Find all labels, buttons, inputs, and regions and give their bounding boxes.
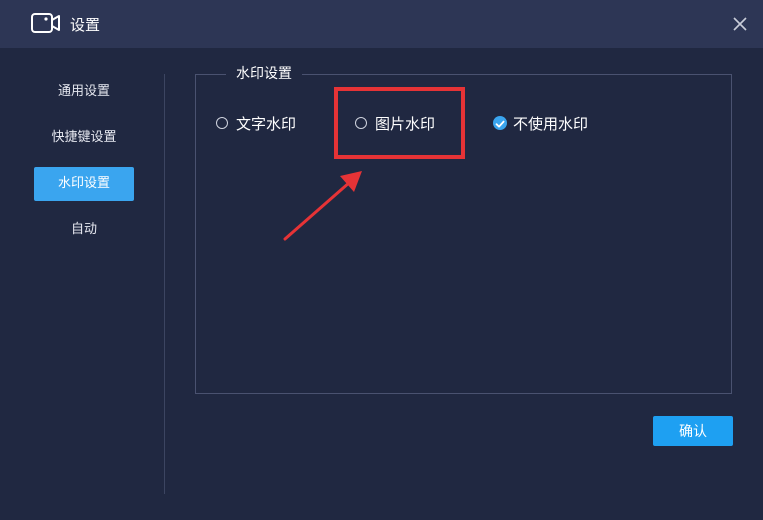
title-bar: 设置 bbox=[0, 0, 763, 48]
sidebar-item-shortcuts[interactable]: 快捷键设置 bbox=[34, 121, 134, 155]
close-icon[interactable] bbox=[729, 13, 751, 35]
radio-label: 文字水印 bbox=[236, 115, 297, 133]
annotation-arrow-icon bbox=[283, 171, 362, 241]
radio-label: 不使用水印 bbox=[513, 115, 589, 133]
confirm-button[interactable]: 确认 bbox=[653, 416, 733, 446]
sidebar-item-auto[interactable]: 自动 bbox=[34, 213, 134, 247]
annotation-highlight-box bbox=[334, 87, 465, 159]
window-title: 设置 bbox=[70, 16, 101, 34]
checkmark-icon bbox=[495, 120, 505, 128]
sidebar-item-watermark[interactable]: 水印设置 bbox=[34, 167, 134, 201]
sidebar-item-general[interactable]: 通用设置 bbox=[34, 75, 134, 109]
radio-checked-icon bbox=[493, 116, 507, 130]
sidebar-divider bbox=[164, 74, 165, 494]
watermark-group-title: 水印设置 bbox=[226, 64, 302, 84]
video-camera-icon bbox=[31, 13, 60, 33]
radio-unchecked-icon bbox=[216, 117, 228, 129]
